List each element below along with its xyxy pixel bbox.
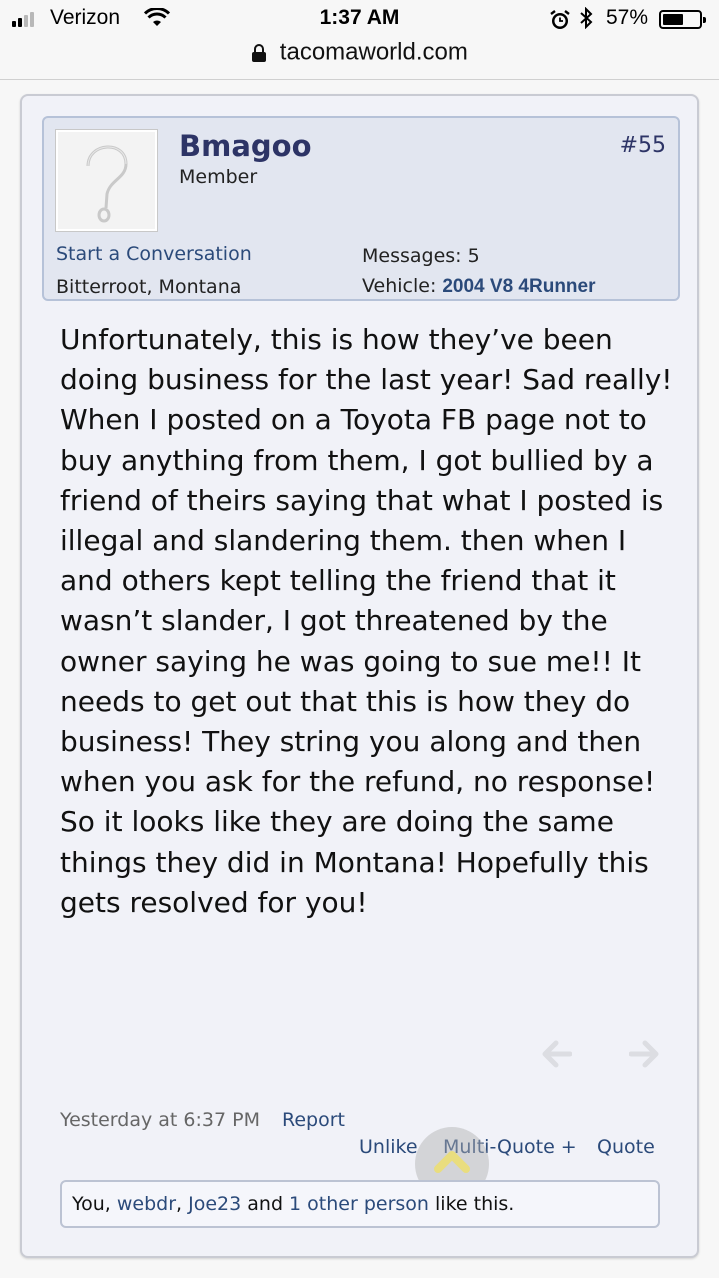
likes-separator: ,	[176, 1193, 189, 1215]
status-bar: Verizon 1:37 AM 57%	[0, 0, 719, 38]
battery-icon	[659, 10, 706, 29]
forum-post: Bmagoo Member #55 Start a Conversation B…	[20, 94, 699, 1258]
start-conversation-link[interactable]: Start a Conversation	[56, 243, 252, 265]
toolbar-divider	[0, 79, 719, 80]
url-text: tacomaworld.com	[279, 38, 468, 66]
battery-percent: 57%	[606, 6, 649, 29]
user-title: Member	[179, 166, 258, 188]
unlike-link[interactable]: Unlike	[359, 1136, 418, 1158]
likes-others-link[interactable]: 1 other person	[289, 1193, 429, 1215]
messages-value: 5	[467, 245, 480, 267]
report-link[interactable]: Report	[282, 1109, 345, 1131]
user-info-panel: Bmagoo Member #55 Start a Conversation B…	[42, 116, 680, 301]
lock-icon	[252, 43, 267, 62]
avatar-placeholder-icon	[86, 145, 128, 223]
vehicle-value: 2004 V8 4Runner	[442, 276, 596, 297]
arrow-left-icon[interactable]	[540, 1040, 572, 1068]
avatar[interactable]	[56, 130, 157, 231]
user-location: Bitterroot, Montana	[56, 276, 242, 298]
post-message-text: Unfortunately, this is how they’ve been …	[60, 323, 673, 919]
likes-suffix: like this.	[428, 1193, 515, 1215]
messages-count: Messages: 5	[362, 245, 480, 267]
post-number-link[interactable]: #55	[620, 133, 666, 158]
vehicle-info: Vehicle: 2004 V8 4Runner	[362, 275, 596, 298]
likes-and: and	[241, 1193, 290, 1215]
arrow-right-icon[interactable]	[629, 1040, 661, 1068]
likes-separator: ,	[104, 1193, 117, 1215]
vehicle-label: Vehicle:	[362, 275, 437, 297]
chevron-up-icon	[434, 1151, 470, 1173]
bluetooth-icon	[580, 7, 593, 29]
alarm-icon	[550, 10, 570, 29]
post-date[interactable]: Yesterday at 6:37 PM	[60, 1109, 260, 1131]
liker-link-joe23[interactable]: Joe23	[188, 1193, 241, 1215]
likes-summary: You, webdr, Joe23 and 1 other person lik…	[60, 1180, 660, 1228]
username-link[interactable]: Bmagoo	[179, 129, 312, 163]
messages-label: Messages:	[362, 245, 462, 267]
quote-link[interactable]: Quote	[597, 1136, 655, 1158]
liker-link-webdr[interactable]: webdr	[117, 1193, 176, 1215]
address-bar[interactable]: tacomaworld.com	[0, 38, 719, 78]
likes-you: You	[72, 1193, 105, 1215]
